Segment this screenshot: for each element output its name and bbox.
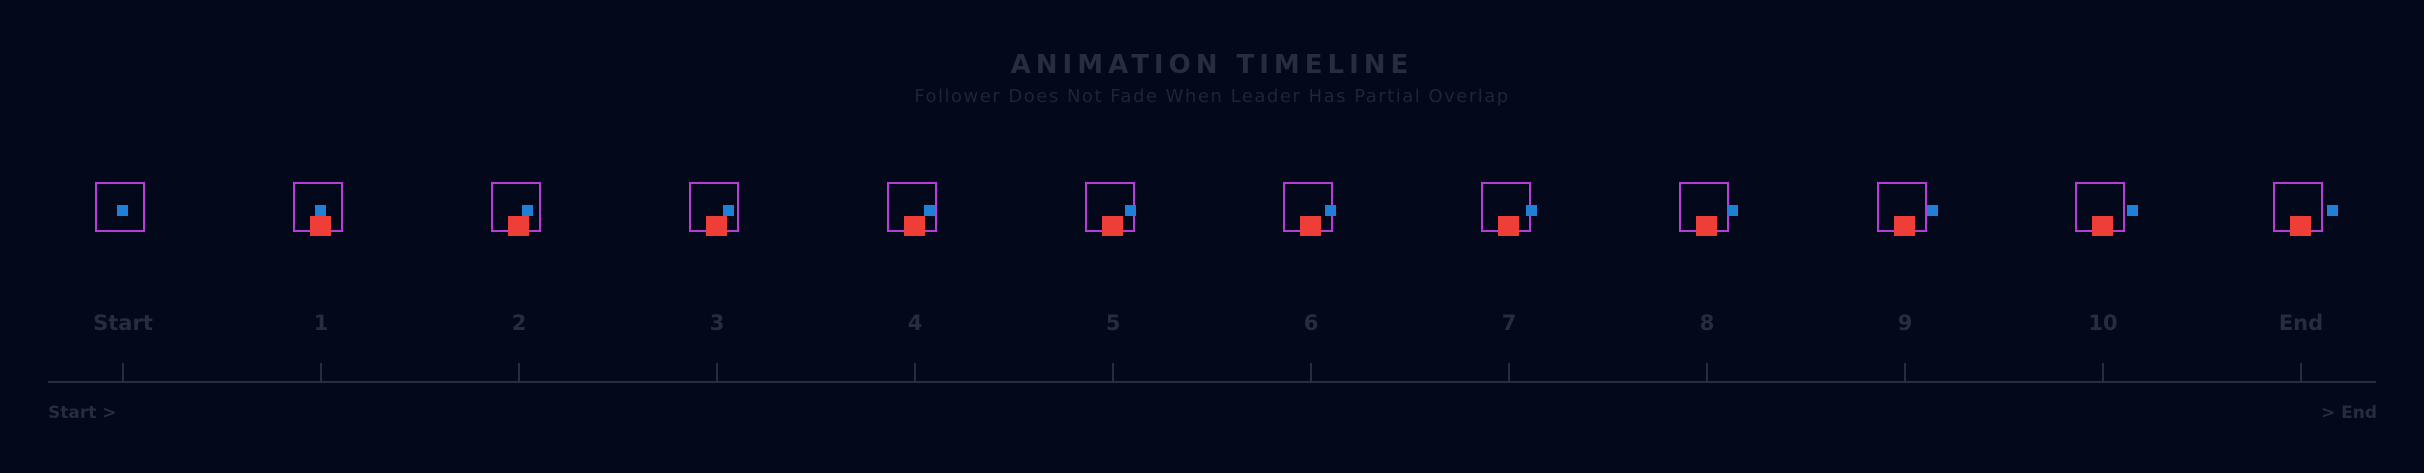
frame-label: Start: [93, 311, 153, 335]
frame-label: 2: [511, 311, 527, 335]
frame-label: 4: [907, 311, 923, 335]
follower-square: [117, 205, 128, 216]
frame-label: 6: [1303, 311, 1319, 335]
axis-tick: [716, 363, 718, 382]
follower-square: [315, 205, 326, 216]
leader-rect: [1102, 216, 1123, 236]
follower-square: [1125, 205, 1136, 216]
follower-square: [522, 205, 533, 216]
axis-tick: [914, 363, 916, 382]
timeline-title: ANIMATION TIMELINE: [1010, 50, 1414, 80]
frame-box-end: [2273, 182, 2338, 236]
leader-rect: [1498, 216, 1519, 236]
axis-tick: [2102, 363, 2104, 382]
timeline-axis: [48, 381, 2376, 383]
leader-rect: [706, 216, 727, 236]
follower-square: [723, 205, 734, 216]
frame-box-2: [491, 182, 541, 236]
frame-label: End: [2278, 311, 2324, 335]
leader-rect: [1300, 216, 1321, 236]
frame-label: 8: [1699, 311, 1715, 335]
frame-label: 7: [1501, 311, 1517, 335]
frame-box-4: [887, 182, 937, 236]
axis-tick: [1706, 363, 1708, 382]
frame-box-5: [1085, 182, 1136, 236]
frame-label: 1: [313, 311, 329, 335]
leader-rect: [310, 216, 331, 236]
axis-start-label: Start >: [48, 403, 117, 423]
leader-rect: [508, 216, 529, 236]
frame-label: 3: [709, 311, 725, 335]
frame-box-10: [2075, 182, 2138, 236]
axis-tick: [2300, 363, 2302, 382]
axis-tick: [1310, 363, 1312, 382]
frame-box-3: [689, 182, 739, 236]
axis-end-label: > End: [2320, 403, 2377, 423]
frame-label: 5: [1105, 311, 1121, 335]
follower-square: [924, 205, 935, 216]
axis-tick: [1508, 363, 1510, 382]
frame-box-1: [293, 182, 343, 236]
axis-tick: [1904, 363, 1906, 382]
axis-tick: [518, 363, 520, 382]
frame-label: 10: [2088, 311, 2118, 335]
follower-square: [1727, 205, 1738, 216]
frame-box-start: [95, 182, 145, 232]
frame-box-9: [1877, 182, 1938, 236]
axis-tick: [122, 363, 124, 382]
axis-tick: [320, 363, 322, 382]
follower-square: [1325, 205, 1336, 216]
leader-rect: [1696, 216, 1717, 236]
follower-square: [1927, 205, 1938, 216]
follower-square: [2127, 205, 2138, 216]
follower-square: [1526, 205, 1537, 216]
leader-rect: [2092, 216, 2113, 236]
frame-box-6: [1283, 182, 1336, 236]
frame-box-7: [1481, 182, 1537, 236]
timeline-subtitle: Follower Does Not Fade When Leader Has P…: [914, 86, 1510, 107]
follower-square: [2327, 205, 2338, 216]
axis-tick: [1112, 363, 1114, 382]
leader-rect: [904, 216, 925, 236]
frame-box-8: [1679, 182, 1738, 236]
frame-label: 9: [1897, 311, 1913, 335]
leader-rect: [2290, 216, 2311, 236]
leader-rect: [1894, 216, 1915, 236]
